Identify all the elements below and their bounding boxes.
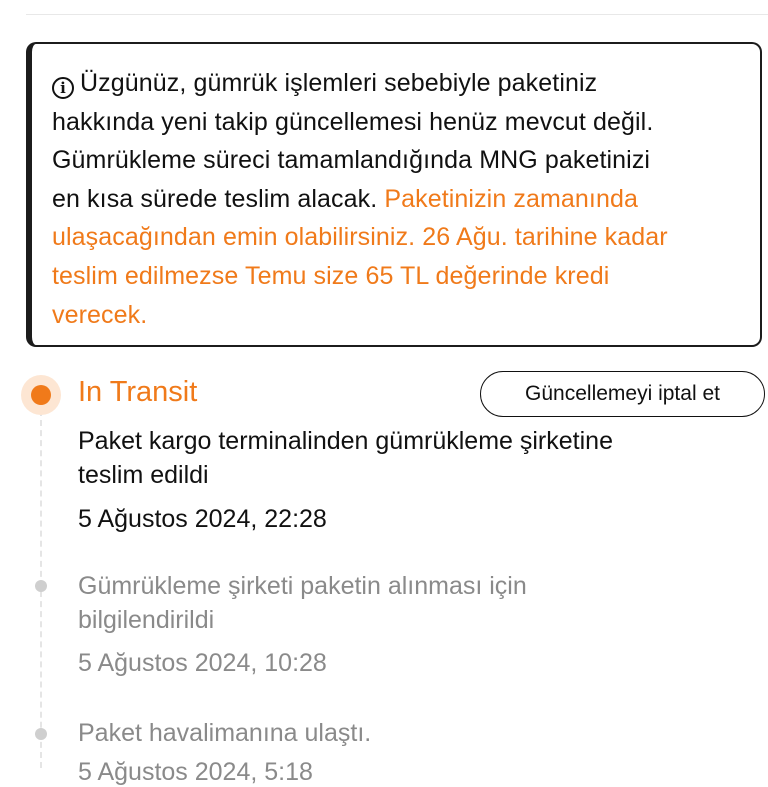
event-date: 5 Ağustos 2024, 10:28 bbox=[78, 649, 327, 677]
notice-line-1: Üzgünüz, gümrük işlemleri sebebiyle pake… bbox=[80, 69, 598, 97]
event-description: Paket havalimanına ulaştı. bbox=[78, 716, 738, 750]
notice-guarantee-line-3: verecek. bbox=[52, 300, 148, 329]
event-1-line-2: bilgilendirildi bbox=[78, 606, 215, 634]
status-title: In Transit bbox=[78, 376, 198, 408]
event-1-line-1: Gümrükleme şirketi paketin alınması için bbox=[78, 572, 527, 600]
event-dot bbox=[35, 728, 47, 740]
event-description: Gümrükleme şirketi paketin alınması için… bbox=[78, 569, 738, 637]
notice-guarantee-line-2: teslim edilmezse Temu size 65 TL değerin… bbox=[52, 261, 610, 290]
customs-notice-box: i Üzgünüz, gümrük işlemleri sebebiyle pak… bbox=[26, 42, 762, 347]
event-2-line-1: Paket havalimanına ulaştı. bbox=[78, 719, 372, 747]
top-divider bbox=[26, 14, 768, 15]
current-event-description: Paket kargo terminalinden gümrükleme şir… bbox=[78, 424, 738, 492]
cancel-update-button[interactable]: Güncellemeyi iptal et bbox=[480, 371, 765, 417]
current-event-line-2: teslim edildi bbox=[78, 461, 209, 489]
event-date: 5 Ağustos 2024, 5:18 bbox=[78, 758, 313, 786]
current-status-dot bbox=[31, 385, 51, 405]
notice-line-3: Gümrükleme süreci tamamlandığında MNG pa… bbox=[52, 146, 651, 175]
notice-line-2: hakkında yeni takip güncellemesi henüz m… bbox=[52, 107, 654, 136]
notice-guarantee-start: Paketinizin zamanında bbox=[384, 184, 638, 213]
event-dot bbox=[35, 580, 47, 592]
info-icon: i bbox=[52, 77, 74, 99]
current-event-date: 5 Ağustos 2024, 22:28 bbox=[78, 505, 327, 533]
current-event-line-1: Paket kargo terminalinden gümrükleme şir… bbox=[78, 427, 613, 455]
notice-guarantee-line-1: ulaşacağından emin olabilirsiniz. 26 Ağu… bbox=[52, 223, 668, 252]
notice-line-4: en kısa sürede teslim alacak. bbox=[52, 184, 385, 213]
